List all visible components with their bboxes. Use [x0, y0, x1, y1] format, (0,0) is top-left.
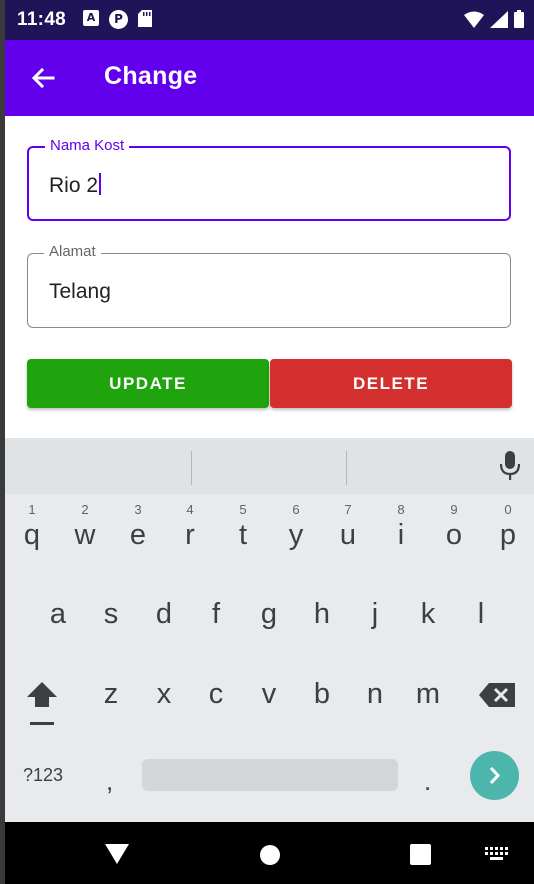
key-w[interactable]: 2w — [59, 502, 111, 552]
mic-icon[interactable] — [500, 451, 520, 481]
key-q[interactable]: 1q — [6, 502, 58, 552]
key-v[interactable]: v — [243, 678, 295, 711]
app-bar: Change — [5, 40, 534, 116]
key-t[interactable]: 5t — [217, 502, 269, 552]
key-c[interactable]: c — [190, 678, 242, 711]
key-o[interactable]: 9o — [428, 502, 480, 552]
back-triangle-icon[interactable] — [105, 844, 129, 864]
key-i[interactable]: 8i — [375, 502, 427, 552]
key-g[interactable]: g — [243, 598, 295, 631]
signal-icon — [490, 11, 508, 28]
keyboard-switch-icon[interactable] — [485, 847, 509, 861]
key-l[interactable]: l — [455, 598, 507, 631]
delete-button[interactable]: DELETE — [270, 359, 512, 408]
key-b[interactable]: b — [296, 678, 348, 711]
alamat-field[interactable]: Alamat Telang — [27, 243, 511, 328]
status-system-icons — [464, 10, 524, 28]
enter-key[interactable] — [470, 751, 519, 800]
key-d[interactable]: d — [138, 598, 190, 631]
text-cursor — [99, 173, 102, 195]
backspace-icon[interactable] — [479, 683, 515, 707]
app-screen: 11:48 A P Change Nama Kost Rio 2 Alamat … — [5, 0, 534, 884]
key-j[interactable]: j — [349, 598, 401, 631]
key-e[interactable]: 3e — [112, 502, 164, 552]
nama-kost-value: Rio 2 — [49, 174, 99, 197]
alamat-label: Alamat — [44, 243, 101, 260]
key-y[interactable]: 6y — [270, 502, 322, 552]
arrow-left-icon[interactable] — [27, 62, 59, 94]
navigation-bar — [5, 822, 534, 884]
wifi-icon — [464, 11, 484, 28]
suggestion-divider — [346, 451, 347, 485]
key-h[interactable]: h — [296, 598, 348, 631]
key-x[interactable]: x — [138, 678, 190, 711]
update-button[interactable]: UPDATE — [27, 359, 269, 408]
key-a[interactable]: a — [32, 598, 84, 631]
shift-icon[interactable] — [25, 680, 59, 726]
space-key[interactable] — [142, 759, 398, 791]
symbols-key[interactable]: ?123 — [23, 765, 63, 786]
period-key[interactable]: . — [424, 766, 431, 797]
nama-kost-field[interactable]: Nama Kost Rio 2 — [27, 137, 511, 221]
nama-kost-label: Nama Kost — [45, 137, 130, 154]
status-bar: 11:48 A P — [5, 0, 534, 40]
key-n[interactable]: n — [349, 678, 401, 711]
suggestion-divider — [191, 451, 192, 485]
p-circle-icon: P — [109, 10, 128, 29]
status-notification-icons: A P — [83, 10, 152, 29]
key-f[interactable]: f — [190, 598, 242, 631]
page-title: Change — [104, 62, 198, 90]
key-m[interactable]: m — [402, 678, 454, 711]
battery-icon — [514, 10, 524, 28]
comma-key[interactable]: , — [106, 766, 113, 797]
nama-kost-input[interactable]: Rio 2 — [49, 173, 102, 198]
recents-square-icon[interactable] — [410, 844, 431, 865]
key-r[interactable]: 4r — [164, 502, 216, 552]
key-p[interactable]: 0p — [482, 502, 534, 552]
home-circle-icon[interactable] — [259, 844, 281, 866]
alamat-input[interactable]: Telang — [49, 280, 111, 304]
a-box-icon: A — [83, 10, 99, 26]
key-z[interactable]: z — [85, 678, 137, 711]
key-u[interactable]: 7u — [322, 502, 374, 552]
status-time: 11:48 — [17, 9, 67, 30]
key-s[interactable]: s — [85, 598, 137, 631]
sd-card-icon — [138, 10, 152, 27]
soft-keyboard: 1q 2w 3e 4r 5t 6y 7u 8i 9o 0p a s d f g … — [5, 438, 534, 822]
suggestion-bar — [5, 438, 534, 494]
key-k[interactable]: k — [402, 598, 454, 631]
enter-arrow-icon — [489, 766, 501, 785]
